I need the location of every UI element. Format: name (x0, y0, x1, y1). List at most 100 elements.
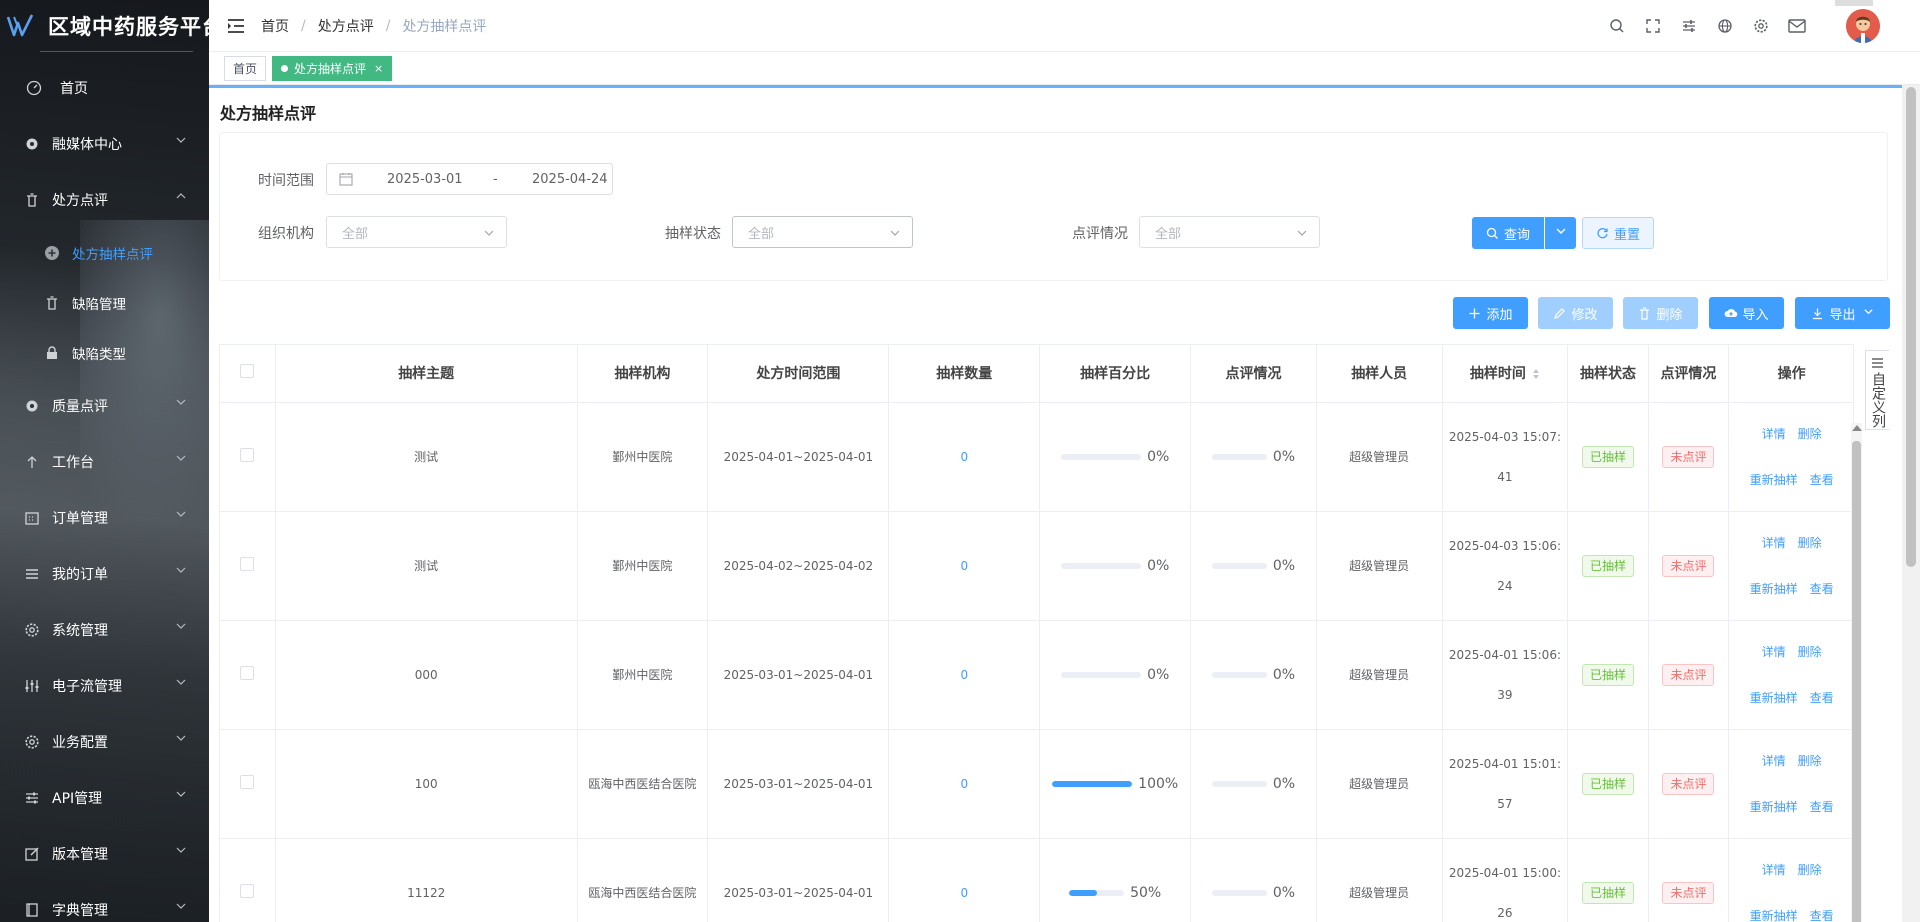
add-button[interactable]: 添加 (1453, 297, 1528, 329)
sidebar-item-prescription-review[interactable]: 处方点评 (0, 172, 209, 228)
breadcrumb-home[interactable]: 首页 (261, 16, 289, 36)
end-date-input[interactable]: 2025-04-24 (532, 172, 608, 187)
fullscreen-icon[interactable] (1644, 17, 1662, 35)
org-select[interactable]: 全部 (326, 216, 507, 248)
query-dropdown-button[interactable] (1545, 217, 1576, 249)
sidebar-item-dictionary-management[interactable]: 字典管理 (0, 882, 209, 922)
date-range-picker[interactable]: 2025-03-01 - 2025-04-24 (326, 163, 613, 195)
chevron-down-icon (1555, 225, 1567, 241)
sidebar-item-media-center[interactable]: 融媒体中心 (0, 116, 209, 172)
range-cell: 2025-03-01~2025-04-01 (707, 620, 890, 730)
close-icon[interactable]: × (374, 62, 383, 75)
progress-text: 0% (1147, 448, 1170, 465)
detail-link[interactable]: 详情 (1762, 427, 1786, 441)
tab-home[interactable]: 首页 (224, 56, 267, 81)
size-adjust-icon[interactable] (1680, 17, 1698, 35)
row-select-cell (220, 620, 276, 730)
resample-link[interactable]: 重新抽样 (1750, 909, 1798, 922)
row-checkbox[interactable] (240, 884, 255, 898)
page-scrollbar-thumb[interactable] (1906, 87, 1916, 567)
sidebar-item-defect-type[interactable]: 缺陷类型 (0, 328, 209, 378)
resample-link[interactable]: 重新抽样 (1750, 800, 1798, 814)
delete-link[interactable]: 删除 (1798, 863, 1822, 877)
progress-text: 100% (1138, 775, 1179, 792)
sample-status-select[interactable]: 全部 (732, 216, 913, 248)
sidebar-item-order-management[interactable]: 订单管理 (0, 490, 209, 546)
delete-button[interactable]: 删除 (1623, 297, 1698, 329)
sidebar-item-workbench[interactable]: 工作台 (0, 434, 209, 490)
table-header-row: 抽样主题 抽样机构 处方时间范围 抽样数量 抽样百分比 点评情况 抽样人员 抽样… (220, 345, 1853, 403)
gear-icon[interactable] (1752, 17, 1770, 35)
detail-link[interactable]: 详情 (1762, 645, 1786, 659)
sidebar-item-home[interactable]: 首页 (0, 60, 209, 116)
refresh-icon (1596, 227, 1609, 240)
org-cell: 鄞州中医院 (577, 511, 709, 621)
select-all-checkbox[interactable] (240, 364, 255, 379)
resample-link[interactable]: 重新抽样 (1750, 473, 1798, 487)
page-scrollbar[interactable] (1902, 85, 1920, 922)
review-badge: 未点评 (1662, 881, 1715, 904)
search-icon[interactable] (1608, 17, 1626, 35)
sidebar-item-eflow-management[interactable]: 电子流管理 (0, 658, 209, 714)
detail-link[interactable]: 详情 (1762, 754, 1786, 768)
table-row[interactable]: 000 鄞州中医院 2025-03-01~2025-04-01 0 0% 0% 超级管理员 2… (220, 620, 1853, 730)
custom-columns-button[interactable]: 自定义列 (1865, 350, 1889, 430)
detail-link[interactable]: 详情 (1762, 863, 1786, 877)
delete-link[interactable]: 删除 (1798, 427, 1822, 441)
language-globe-icon[interactable] (1716, 17, 1734, 35)
breadcrumb-parent[interactable]: 处方点评 (318, 16, 374, 36)
review-badge: 未点评 (1662, 445, 1715, 468)
column-header-sortable[interactable]: 抽样时间 (1442, 345, 1569, 403)
sidebar-item-api-management[interactable]: API管理 (0, 770, 209, 826)
scroll-up-icon[interactable] (1852, 425, 1862, 431)
export-button[interactable]: 导出 (1795, 297, 1890, 329)
table-row[interactable]: 11122 瓯海中西医结合医院 2025-03-01~2025-04-01 0 50% 0… (220, 838, 1853, 922)
row-checkbox[interactable] (240, 666, 255, 680)
query-button[interactable]: 查询 (1472, 217, 1544, 249)
table-row[interactable]: 100 瓯海中西医结合医院 2025-03-01~2025-04-01 0 100% 0%… (220, 729, 1853, 839)
sidebar-item-defect-management[interactable]: 缺陷管理 (0, 278, 209, 328)
sidebar-item-my-orders[interactable]: 我的订单 (0, 546, 209, 602)
sidebar-item-version-management[interactable]: 版本管理 (0, 826, 209, 882)
edit-button[interactable]: 修改 (1538, 297, 1613, 329)
row-checkbox[interactable] (240, 557, 255, 571)
review-status-select[interactable]: 全部 (1139, 216, 1320, 248)
delete-link[interactable]: 删除 (1798, 536, 1822, 550)
view-link[interactable]: 查看 (1810, 909, 1834, 922)
column-header: 抽样状态 (1567, 345, 1649, 403)
table-scrollbar-thumb[interactable] (1852, 441, 1861, 922)
menu-toggle-icon[interactable] (227, 16, 247, 36)
delete-label: 删除 (1656, 307, 1683, 323)
view-link[interactable]: 查看 (1810, 691, 1834, 705)
table-row[interactable]: 测试 鄞州中医院 2025-04-01~2025-04-01 0 0% 0% 超级管理员 20… (220, 402, 1853, 512)
detail-link[interactable]: 详情 (1762, 536, 1786, 550)
view-link[interactable]: 查看 (1810, 582, 1834, 596)
table-scrollbar[interactable] (1851, 423, 1862, 922)
view-link[interactable]: 查看 (1810, 800, 1834, 814)
resample-link[interactable]: 重新抽样 (1750, 582, 1798, 596)
delete-link[interactable]: 删除 (1798, 754, 1822, 768)
plus-circle-icon (44, 245, 60, 261)
resample-link[interactable]: 重新抽样 (1750, 691, 1798, 705)
tab-sampling-review[interactable]: 处方抽样点评 × (272, 56, 393, 81)
status-badge: 已抽样 (1581, 881, 1634, 904)
sort-icon[interactable] (1532, 368, 1540, 380)
chevron-down-icon (175, 396, 187, 408)
start-date-input[interactable]: 2025-03-01 (387, 172, 463, 187)
sidebar-item-quality-review[interactable]: 质量点评 (0, 378, 209, 434)
table-row[interactable]: 测试 鄞州中医院 2025-04-02~2025-04-02 0 0% 0% 超级管理员 20… (220, 511, 1853, 621)
avatar[interactable] (1846, 9, 1880, 43)
sidebar-item-business-config[interactable]: 业务配置 (0, 714, 209, 770)
sidebar-item-sampling-review[interactable]: 处方抽样点评 (0, 228, 209, 278)
sidebar-item-system-management[interactable]: 系统管理 (0, 602, 209, 658)
row-checkbox[interactable] (240, 775, 255, 789)
delete-link[interactable]: 删除 (1798, 645, 1822, 659)
row-checkbox[interactable] (240, 448, 255, 462)
reset-button[interactable]: 重置 (1582, 217, 1654, 249)
edit-label: 修改 (1571, 307, 1598, 323)
mail-icon[interactable] (1788, 17, 1806, 35)
view-link[interactable]: 查看 (1810, 473, 1834, 487)
status-cell: 已抽样 (1567, 511, 1649, 621)
sidebar-item-label: 系统管理 (52, 623, 108, 639)
import-button[interactable]: 导入 (1709, 297, 1784, 329)
